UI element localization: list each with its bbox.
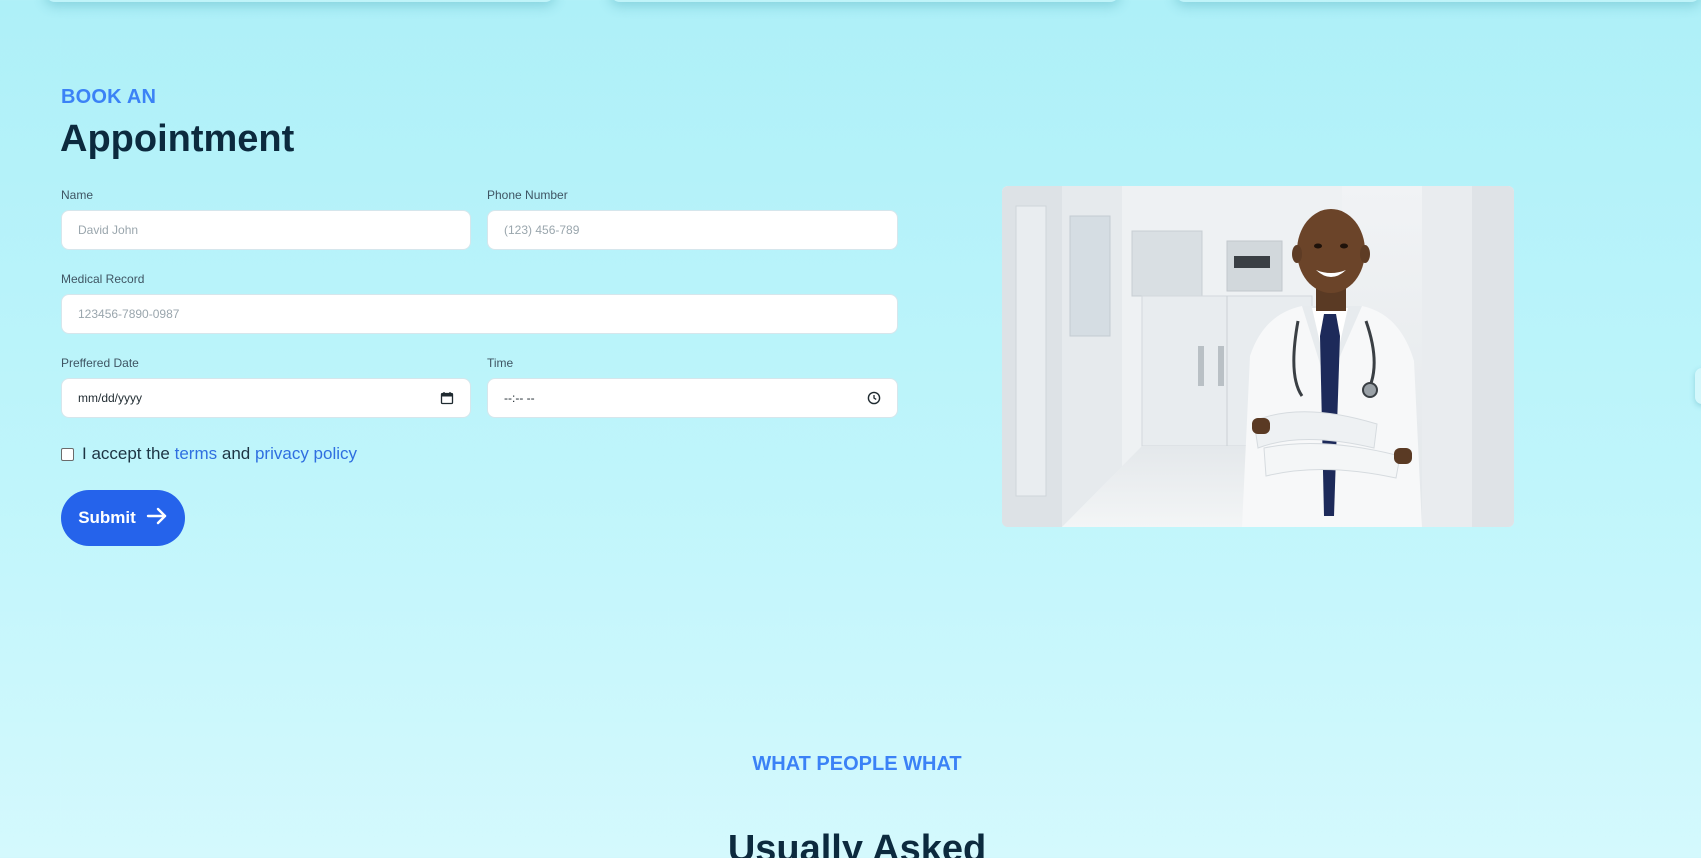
time-input[interactable]: --:-- --	[487, 378, 898, 418]
consent-prefix: I accept the	[82, 444, 170, 463]
date-input[interactable]: mm/dd/yyyy	[61, 378, 471, 418]
date-label: Preffered Date	[61, 356, 139, 370]
top-card-strip	[0, 0, 1701, 8]
faq-eyebrow: WHAT PEOPLE WHAT	[752, 753, 962, 775]
doctor-image	[1002, 186, 1514, 527]
top-card	[1175, 0, 1701, 2]
medical-record-placeholder: 123456-7890-0987	[78, 307, 180, 321]
side-scroll-tab[interactable]	[1695, 368, 1701, 404]
name-placeholder: David John	[78, 223, 139, 237]
consent-text: I accept the terms and privacy policy	[82, 444, 357, 464]
top-card	[610, 0, 1120, 2]
name-label: Name	[61, 188, 94, 202]
privacy-policy-link[interactable]: privacy policy	[255, 444, 357, 463]
calendar-icon[interactable]	[440, 391, 454, 405]
top-card	[45, 0, 555, 2]
consent-middle: and	[221, 444, 251, 463]
time-label: Time	[487, 356, 514, 370]
appointment-eyebrow: BOOK AN	[61, 86, 157, 108]
faq-title: Usually Asked	[727, 828, 987, 858]
phone-placeholder: (123) 456-789	[504, 223, 580, 237]
submit-button[interactable]: Submit	[61, 490, 185, 546]
medical-record-input[interactable]: 123456-7890-0987	[61, 294, 898, 334]
terms-checkbox[interactable]	[61, 448, 74, 461]
medical-record-label: Medical Record	[61, 272, 145, 286]
appointment-title: Appointment	[60, 118, 295, 160]
terms-link[interactable]: terms	[175, 444, 218, 463]
phone-input[interactable]: (123) 456-789	[487, 210, 898, 250]
phone-label: Phone Number	[487, 188, 568, 202]
date-value: mm/dd/yyyy	[78, 391, 143, 405]
submit-label: Submit	[78, 508, 136, 527]
time-value: --:-- --	[504, 391, 535, 405]
name-input[interactable]: David John	[61, 210, 471, 250]
clock-icon[interactable]	[867, 391, 881, 405]
arrow-right-icon	[146, 507, 168, 530]
